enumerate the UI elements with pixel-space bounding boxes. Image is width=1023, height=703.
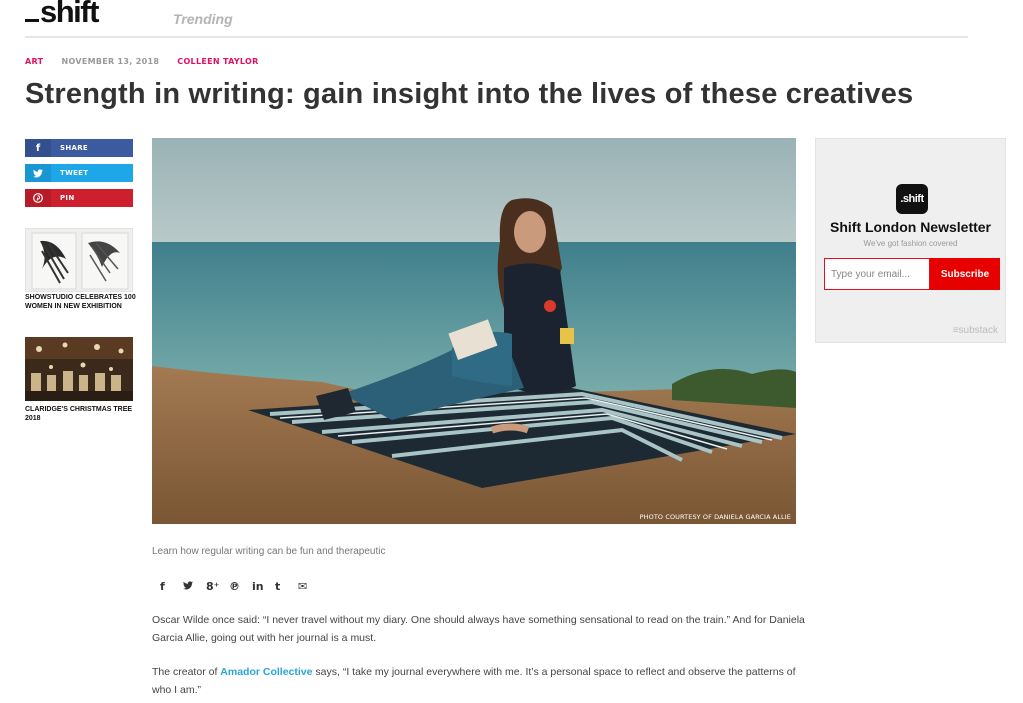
share-label: TWEET	[60, 169, 89, 177]
related-story-title[interactable]: SHOWSTUDIO CELEBRATES 100 WOMEN IN NEW E…	[25, 294, 137, 311]
facebook-icon[interactable]: f	[160, 580, 183, 593]
newsletter-title: Shift London Newsletter	[830, 219, 991, 235]
newsletter-logo: .shift	[896, 184, 928, 214]
social-share-bar: f 8⁺ ℗ in t ✉	[160, 580, 321, 593]
google-plus-icon[interactable]: 8⁺	[206, 580, 229, 593]
photo-credit: PHOTO COURTESY OF DANIELA GARCIA ALLIE	[639, 513, 791, 521]
site-logo[interactable]: shift	[25, 0, 99, 30]
article-paragraph: Oscar Wilde once said: “I never travel w…	[152, 614, 805, 644]
pinterest-icon[interactable]: ℗	[229, 580, 252, 593]
article-meta: ART NOVEMBER 13, 2018 COLLEEN TAYLOR	[25, 57, 274, 66]
subscribe-button[interactable]: Subscribe	[930, 258, 1000, 290]
pinterest-icon	[25, 189, 51, 207]
site-header: shift Trending	[25, 0, 968, 38]
newsletter-subtitle: We've got fashion covered	[863, 239, 958, 248]
email-icon[interactable]: ✉	[298, 580, 321, 593]
email-field[interactable]	[824, 258, 930, 290]
author-link[interactable]: COLLEEN TAYLOR	[177, 57, 258, 66]
trending-link[interactable]: Trending	[173, 11, 233, 27]
newsletter-widget: .shift Shift London Newsletter We've got…	[815, 138, 1006, 343]
share-facebook-button[interactable]: f SHARE	[25, 139, 133, 157]
related-story-title[interactable]: CLARIDGE'S CHRISTMAS TREE 2018	[25, 406, 137, 423]
related-story-thumbnail[interactable]	[25, 228, 133, 292]
tumblr-icon[interactable]: t	[275, 580, 298, 593]
linkedin-icon[interactable]: in	[252, 580, 275, 593]
article-dek: Learn how regular writing can be fun and…	[152, 546, 386, 557]
share-twitter-button[interactable]: TWEET	[25, 164, 133, 182]
publish-date: NOVEMBER 13, 2018	[61, 57, 160, 66]
amador-collective-link[interactable]: Amador Collective	[220, 666, 312, 678]
share-pinterest-button[interactable]: PIN	[25, 189, 133, 207]
twitter-icon	[25, 164, 51, 182]
hero-photo: PHOTO COURTESY OF DANIELA GARCIA ALLIE	[152, 138, 796, 524]
share-label: PIN	[60, 194, 75, 202]
article-headline: Strength in writing: gain insight into t…	[25, 78, 914, 110]
related-story-thumbnail[interactable]	[25, 337, 133, 401]
substack-brand[interactable]: ≡substack	[953, 325, 998, 336]
share-label: SHARE	[60, 144, 88, 152]
twitter-icon[interactable]	[183, 580, 206, 593]
category-link[interactable]: ART	[25, 57, 43, 66]
facebook-icon: f	[25, 139, 51, 157]
article-paragraph: The creator of Amador Collective says, “…	[152, 666, 796, 696]
